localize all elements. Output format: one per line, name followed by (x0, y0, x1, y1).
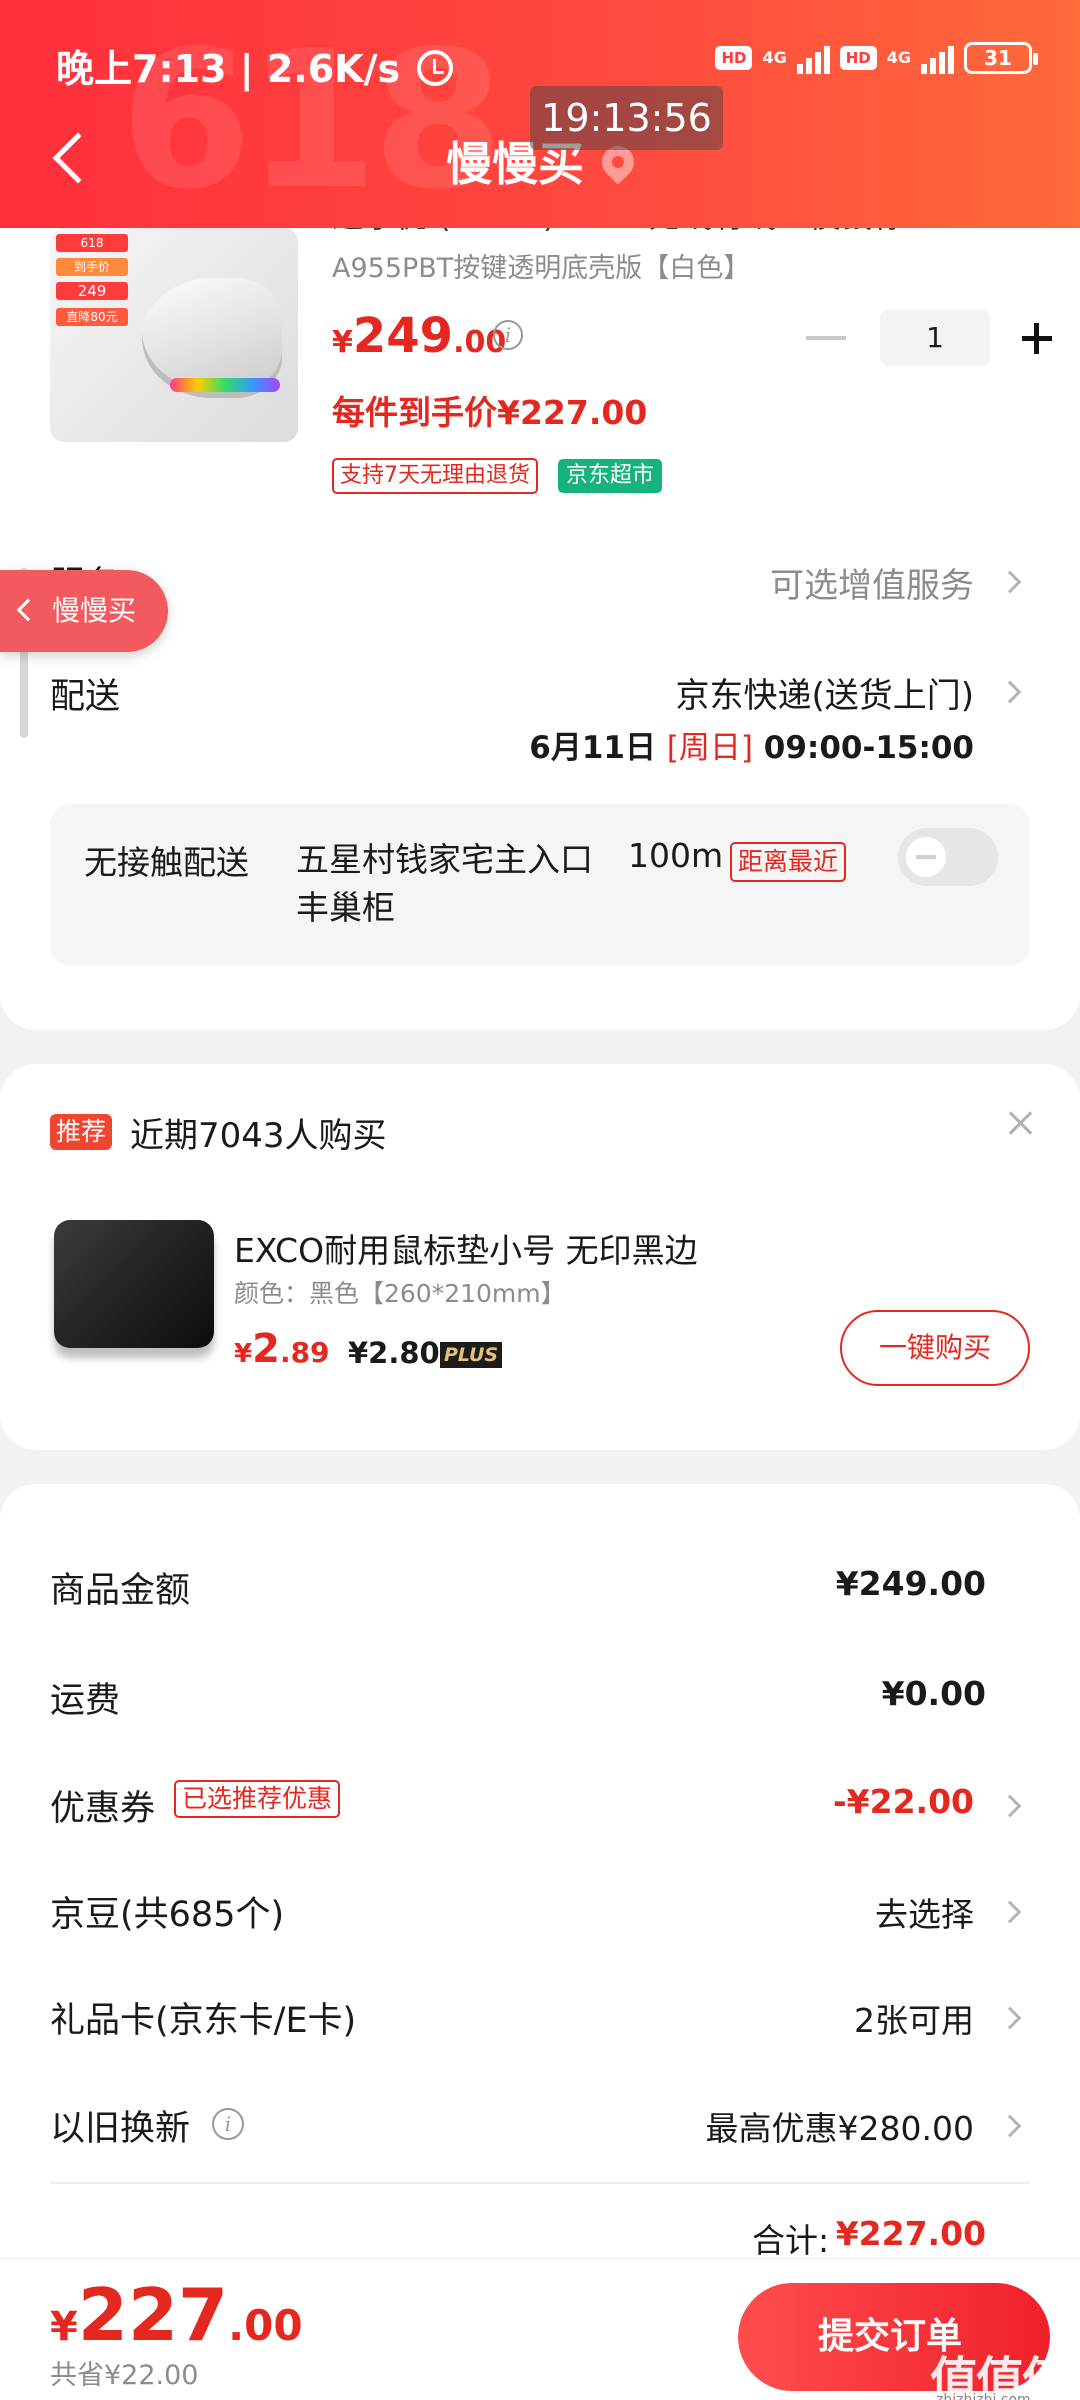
chevron-right-icon[interactable] (998, 2006, 1022, 2030)
shipping-label: 运费 (50, 1681, 121, 1721)
trade-in-label: 以旧换新 (50, 2109, 191, 2149)
price-info-icon[interactable]: i (493, 320, 523, 350)
thumb-tag: 618 (56, 234, 128, 252)
chevron-right-icon[interactable] (998, 2114, 1022, 2138)
signal-icon (921, 42, 954, 74)
close-icon[interactable] (1004, 1108, 1036, 1140)
contactless-toggle[interactable] (898, 828, 998, 886)
chevron-right-icon[interactable] (998, 1900, 1022, 1924)
time-overlay: 19:13:56 (530, 86, 723, 150)
price-integer: 227 (77, 2273, 229, 2357)
shipping-value: ¥0.00 (881, 1674, 986, 1713)
plus-price: ¥2.80 (348, 1336, 440, 1370)
recommend-item-spec: 颜色：黑色【260*210mm】 (234, 1279, 566, 1308)
recommend-card: 推荐 近期7043人购买 EXCO耐用鼠标垫小号 无印黑边 颜色：黑色【260*… (0, 1064, 1080, 1450)
saved-amount: 共省¥22.00 (50, 2360, 199, 2391)
alarm-icon (417, 50, 454, 86)
contactless-delivery-box: 无接触配送 五星村钱家宅主入口丰巢柜 100m 距离最近 (50, 804, 1030, 966)
one-click-buy-button[interactable]: 一键购买 (840, 1310, 1030, 1386)
signal-icon (796, 42, 830, 74)
jd-beans-label: 京豆(共685个) (50, 1895, 285, 1935)
price-symbol: ¥ (234, 1339, 253, 1369)
contactless-title: 无接触配送 (84, 843, 249, 882)
gift-card-value[interactable]: 2张可用 (854, 1994, 974, 2042)
chevron-right-icon[interactable] (998, 570, 1022, 594)
delivery-date-day: 6月11日 (529, 730, 656, 766)
delivery-time-window: 09:00-15:00 (763, 730, 974, 766)
delivery-method[interactable]: 京东快递(送货上门) (675, 668, 974, 717)
checkout-price: ¥227.00 (50, 2273, 303, 2357)
recommend-item-price: ¥2.89 (234, 1326, 330, 1372)
jd-beans-value[interactable]: 去选择 (875, 1888, 974, 1936)
watermark-logo: 值值值 zhizhizhi.com (930, 2340, 1070, 2400)
unit-final-price: 每件到手价¥227.00 (332, 393, 648, 432)
price-decimal: .89 (279, 1336, 330, 1369)
goods-amount-value: ¥249.00 (835, 1564, 986, 1603)
delivery-weekday: [周日] (666, 730, 753, 766)
price-symbol: ¥ (50, 2304, 78, 2350)
toggle-knob (906, 837, 946, 877)
product-thumbnail[interactable]: 618 到手价 249 直降80元 (50, 228, 298, 442)
total-label: 合计: (752, 2221, 830, 2260)
coupon-label: 优惠券 (50, 1789, 156, 1829)
price-decimal: .00 (228, 2301, 303, 2350)
quantity-input[interactable]: 1 (880, 310, 990, 366)
chevron-right-icon[interactable] (998, 680, 1022, 704)
gift-card-label: 礼品卡(京东卡/E卡) (50, 2001, 357, 2041)
status-indicators: HD 4G HD 4G 31 (715, 42, 1038, 74)
status-time: 晚上7:13 | 2.6K/s (56, 38, 454, 93)
plus-icon[interactable] (1022, 318, 1062, 358)
coupon-selected-tag: 已选推荐优惠 (174, 1780, 341, 1818)
manmanmai-float-tab[interactable]: 慢慢买 (0, 570, 168, 652)
supermarket-tag: 京东超市 (558, 459, 663, 493)
total-value: ¥227.00 (835, 2214, 986, 2253)
watermark-url: zhizhizhi.com (936, 2392, 1031, 2400)
hd-badge: HD (715, 46, 753, 70)
chevron-right-icon[interactable] (998, 1794, 1022, 1818)
product-spec: A955PBT按键透明底壳版【白色】 (332, 253, 751, 284)
thumb-tag: 到手价 (56, 258, 128, 276)
checkout-bar: ¥227.00 共省¥22.00 提交订单 (0, 2258, 1080, 2400)
mouse-rgb-strip (170, 378, 280, 392)
quantity-stepper: 1 (806, 310, 1062, 366)
product-price: ¥249.00 (332, 308, 506, 364)
nearest-tag: 距离最近 (730, 842, 847, 882)
delivery-date[interactable]: 6月11日 [周日] 09:00-15:00 (529, 722, 974, 767)
hd-badge: HD (839, 46, 877, 70)
service-value[interactable]: 可选增值服务 (770, 558, 974, 607)
battery-icon: 31 (964, 42, 1038, 74)
recommend-badge: 推荐 (50, 1114, 113, 1150)
mousepad-image[interactable] (54, 1220, 214, 1348)
network-4g-label: 4G (886, 48, 911, 67)
recommend-title: 近期7043人购买 (130, 1116, 387, 1156)
price-integer: 2 (252, 1326, 280, 1372)
status-time-text: 晚上7:13 | 2.6K/s (56, 47, 401, 91)
thumb-tag: 249 (56, 282, 128, 300)
contactless-distance: 100m (628, 836, 724, 875)
delivery-label: 配送 (50, 677, 121, 717)
contactless-address: 五星村钱家宅主入口丰巢柜 (296, 840, 593, 927)
coupon-value[interactable]: -¥22.00 (833, 1782, 974, 1821)
return-policy-tag: 支持7天无理由退货 (332, 458, 538, 494)
plus-badge: PLUS (440, 1342, 503, 1368)
float-tab-label: 慢慢买 (52, 594, 137, 627)
price-integer: 249 (352, 308, 454, 364)
divider (50, 2182, 1030, 2184)
thumb-tag: 直降80元 (56, 308, 128, 326)
trade-in-value[interactable]: 最高优惠¥280.00 (706, 2102, 974, 2150)
chevron-left-icon (16, 598, 40, 622)
price-symbol: ¥ (332, 325, 353, 360)
trade-in-info-icon[interactable]: i (212, 2108, 244, 2140)
minus-icon[interactable] (806, 336, 846, 340)
goods-amount-label: 商品金额 (50, 1571, 191, 1611)
recommend-item-name[interactable]: EXCO耐用鼠标垫小号 无印黑边 (234, 1224, 698, 1272)
network-4g-label: 4G (762, 48, 787, 67)
